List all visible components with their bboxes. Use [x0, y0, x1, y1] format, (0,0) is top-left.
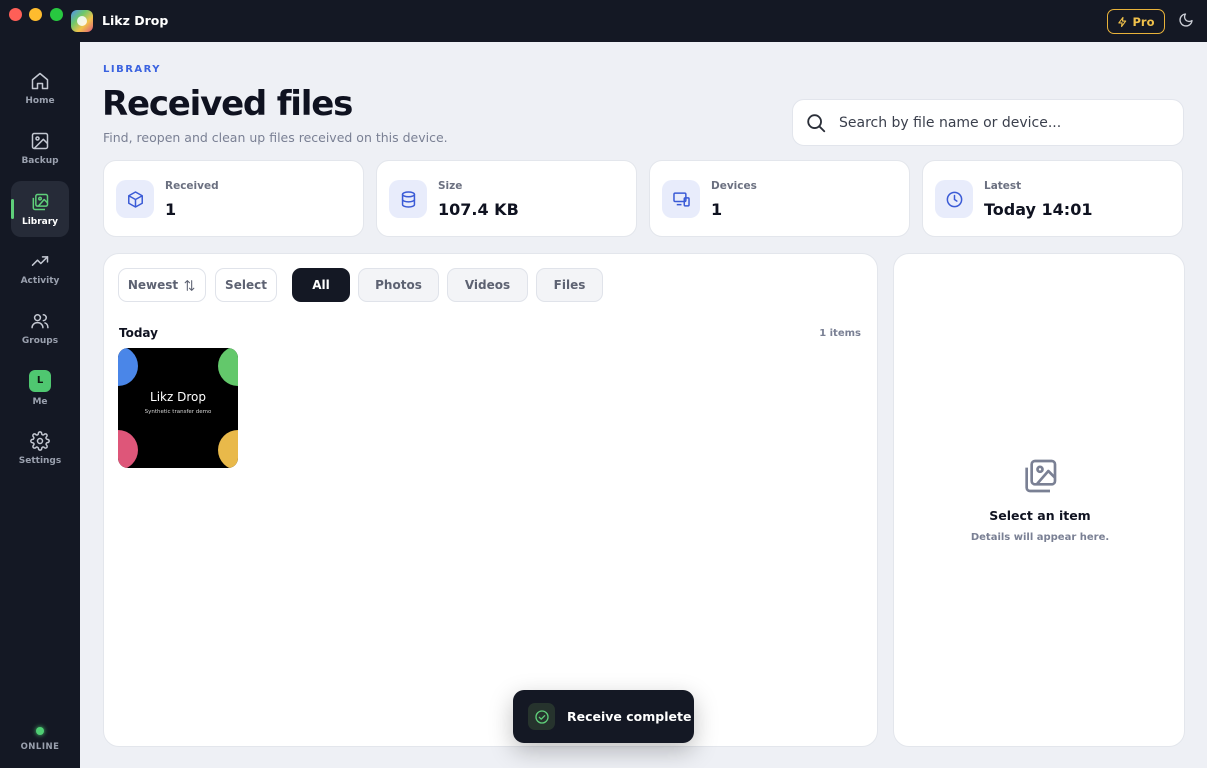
sidebar-item-label: Groups	[21, 335, 59, 346]
app-title: Likz Drop	[102, 13, 169, 28]
gallery-icon	[1025, 459, 1057, 493]
stat-label: Latest	[984, 180, 1022, 192]
app-logo-icon	[71, 10, 93, 32]
image-backup-icon	[31, 132, 49, 149]
package-icon	[127, 190, 143, 208]
search-icon	[807, 114, 826, 133]
avatar: L	[29, 369, 51, 392]
active-indicator	[11, 199, 14, 219]
stat-card-devices: Devices 1	[649, 160, 910, 237]
thumb-subtitle: Synthetic transfer demo	[144, 409, 212, 415]
group-count: 1 items	[819, 328, 861, 339]
online-status-label: ONLINE	[20, 742, 60, 752]
stat-label: Devices	[711, 180, 757, 192]
details-panel: Select an item Details will appear here.	[893, 253, 1185, 747]
stat-card-size: Size 107.4 KB	[376, 160, 637, 237]
stat-value: Today 14:01	[984, 200, 1093, 219]
sidebar-item-me[interactable]: L Me	[11, 360, 69, 416]
search-input[interactable]	[839, 108, 1175, 138]
sidebar-item-activity[interactable]: Activity	[11, 240, 69, 296]
sidebar-item-home[interactable]: Home	[11, 60, 69, 116]
sidebar-item-label: Activity	[20, 275, 60, 286]
sidebar-item-backup[interactable]: Backup	[11, 120, 69, 176]
sidebar-item-label: Home	[25, 95, 55, 106]
gallery-icon	[32, 193, 49, 210]
home-icon	[31, 72, 49, 89]
sort-button[interactable]: Newest	[118, 268, 206, 302]
details-title: Select an item	[989, 508, 1091, 523]
clock-icon	[946, 191, 962, 207]
zoom-window-button[interactable]	[50, 8, 63, 21]
devices-icon	[672, 191, 690, 207]
details-subtitle: Details will appear here.	[970, 532, 1110, 543]
sidebar-item-label: Me	[32, 396, 48, 407]
sort-arrows-icon	[184, 279, 195, 291]
filter-photos[interactable]: Photos	[358, 268, 439, 302]
check-circle-icon	[534, 709, 549, 724]
database-icon	[401, 190, 415, 208]
select-button[interactable]: Select	[215, 268, 277, 302]
sidebar-item-library[interactable]: Library	[11, 181, 69, 237]
minimize-window-button[interactable]	[29, 8, 42, 21]
close-window-button[interactable]	[9, 8, 22, 21]
sidebar: Home Backup Library Activity Groups L Me…	[0, 42, 80, 768]
sidebar-item-groups[interactable]: Groups	[11, 300, 69, 356]
sidebar-item-settings[interactable]: Settings	[11, 420, 69, 476]
stat-icon-bg	[935, 180, 973, 218]
search-box[interactable]	[792, 99, 1184, 146]
sidebar-item-label: Settings	[18, 455, 62, 466]
title-bar: Likz Drop Pro	[0, 0, 1207, 42]
library-panel: Newest Select All Photos Videos Files To…	[103, 253, 878, 747]
thumb-blob	[218, 348, 238, 386]
group-title: Today	[119, 326, 158, 340]
section-eyebrow: LIBRARY	[103, 64, 162, 75]
pro-button[interactable]: Pro	[1107, 9, 1165, 34]
moon-icon[interactable]	[1178, 12, 1194, 28]
page-title: Received files	[102, 84, 353, 124]
toast-text: Receive complete	[567, 709, 692, 724]
stat-card-latest: Latest Today 14:01	[922, 160, 1183, 237]
file-thumbnail[interactable]: Likz Drop Synthetic transfer demo	[118, 348, 238, 468]
trending-up-icon	[31, 255, 49, 266]
stat-label: Received	[165, 180, 219, 192]
stat-icon-bg	[116, 180, 154, 218]
gear-icon	[30, 430, 50, 451]
stat-card-received: Received 1	[103, 160, 364, 237]
toast-notification: Receive complete	[513, 690, 694, 743]
thumb-blob	[118, 348, 138, 386]
stat-icon-bg	[389, 180, 427, 218]
users-icon	[31, 313, 49, 328]
lightning-icon	[1118, 16, 1127, 27]
thumb-blob	[218, 430, 238, 468]
page-subtitle: Find, reopen and clean up files received…	[103, 130, 448, 145]
sidebar-item-label: Library	[21, 216, 59, 227]
thumb-title: Likz Drop	[150, 390, 206, 404]
stat-value: 1	[165, 200, 177, 219]
sort-label: Newest	[127, 278, 179, 292]
filter-videos[interactable]: Videos	[447, 268, 528, 302]
filter-files[interactable]: Files	[536, 268, 603, 302]
stat-icon-bg	[662, 180, 700, 218]
stat-value: 1	[711, 200, 723, 219]
online-status-dot	[36, 727, 44, 735]
pro-label: Pro	[1132, 14, 1155, 29]
sidebar-item-label: Backup	[21, 155, 59, 166]
stat-value: 107.4 KB	[438, 200, 519, 219]
toast-icon-bg	[528, 703, 555, 730]
stat-label: Size	[438, 180, 463, 192]
filter-all[interactable]: All	[292, 268, 350, 302]
thumb-blob	[118, 430, 138, 468]
